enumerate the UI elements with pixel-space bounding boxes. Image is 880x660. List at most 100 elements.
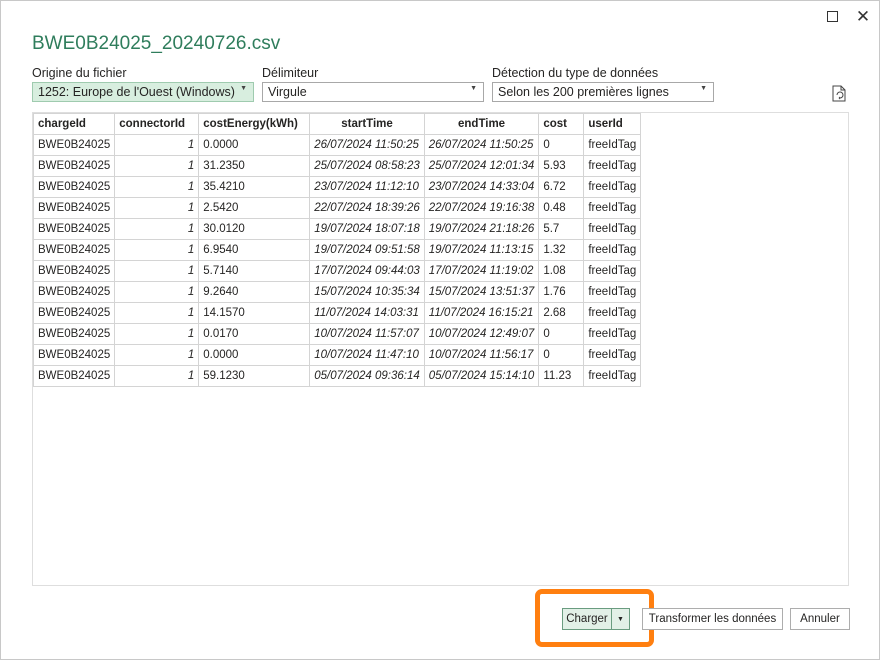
close-icon: ✕ — [855, 6, 871, 26]
col-cost: cost — [538, 113, 585, 135]
preview-table: chargeId connectorId costEnergy(kWh) sta… — [33, 113, 642, 387]
col-starttime: startTime — [309, 113, 425, 135]
table-cell: BWE0B24025 — [33, 260, 116, 282]
table-cell: BWE0B24025 — [33, 302, 116, 324]
table-cell: 5.93 — [538, 155, 585, 177]
table-row: BWE0B24025 1 35.4210 23/07/2024 11:12:10 23/… — [33, 176, 642, 198]
table-cell: freeIdTag — [583, 302, 642, 324]
table-cell: 1 — [114, 155, 200, 177]
table-body: BWE0B24025 1 0.0000 26/07/2024 11:50:25 26/0… — [33, 134, 642, 387]
detection-value: Selon les 200 premières lignes — [498, 85, 669, 99]
table-cell: freeIdTag — [583, 155, 642, 177]
table-cell: 14.1570 — [198, 302, 311, 324]
table-cell: BWE0B24025 — [33, 281, 116, 303]
table-cell: 10/07/2024 11:47:10 — [309, 344, 425, 366]
detection-label: Détection du type de données — [492, 66, 659, 80]
table-cell: 10/07/2024 11:57:07 — [309, 323, 425, 345]
table-cell: 05/07/2024 15:14:10 — [423, 365, 540, 387]
table-cell: 1.76 — [538, 281, 585, 303]
table-cell: 22/07/2024 19:16:38 — [423, 197, 540, 219]
table-cell: 25/07/2024 08:58:23 — [309, 155, 425, 177]
transform-button[interactable]: Transformer les données — [642, 608, 783, 630]
origin-select[interactable]: 1252: Europe de l'Ouest (Windows) ▼ — [32, 82, 254, 102]
table-cell: freeIdTag — [583, 323, 642, 345]
table-cell: 0.0000 — [198, 134, 311, 156]
table-cell: BWE0B24025 — [33, 155, 116, 177]
preview-grid[interactable]: chargeId connectorId costEnergy(kWh) sta… — [32, 112, 849, 586]
table-cell: 19/07/2024 09:51:58 — [309, 239, 425, 261]
chevron-down-icon: ▼ — [240, 85, 247, 92]
import-dialog: ✕ BWE0B24025_20240726.csv Origine du fic… — [0, 0, 880, 660]
table-row: BWE0B24025 1 0.0170 10/07/2024 11:57:07 10/0… — [33, 323, 642, 345]
table-cell: 0.48 — [538, 197, 585, 219]
table-cell: freeIdTag — [583, 260, 642, 282]
detection-select[interactable]: Selon les 200 premières lignes ▼ — [492, 82, 714, 102]
table-cell: BWE0B24025 — [33, 344, 116, 366]
chevron-down-icon: ▼ — [470, 85, 477, 92]
chevron-down-icon[interactable]: ▼ — [612, 609, 629, 629]
table-cell: 31.2350 — [198, 155, 311, 177]
table-cell: 11/07/2024 16:15:21 — [423, 302, 540, 324]
table-row: BWE0B24025 1 9.2640 15/07/2024 10:35:34 15/0… — [33, 281, 642, 303]
table-cell: 10/07/2024 11:56:17 — [423, 344, 540, 366]
table-cell: 1 — [114, 365, 200, 387]
table-cell: freeIdTag — [583, 218, 642, 240]
table-cell: 11.23 — [538, 365, 585, 387]
delimiter-select[interactable]: Virgule ▼ — [262, 82, 484, 102]
table-cell: 1 — [114, 260, 200, 282]
table-cell: 1 — [114, 218, 200, 240]
col-userid: userId — [583, 113, 642, 135]
table-cell: 1 — [114, 134, 200, 156]
close-button[interactable]: ✕ — [848, 3, 878, 29]
table-row: BWE0B24025 1 2.5420 22/07/2024 18:39:26 22/0… — [33, 197, 642, 219]
table-cell: freeIdTag — [583, 134, 642, 156]
header-row: chargeId connectorId costEnergy(kWh) sta… — [33, 113, 642, 135]
table-cell: 1.08 — [538, 260, 585, 282]
table-cell: 1.32 — [538, 239, 585, 261]
table-cell: 2.68 — [538, 302, 585, 324]
table-cell: 0 — [538, 323, 585, 345]
table-cell: 19/07/2024 11:13:15 — [423, 239, 540, 261]
chevron-down-icon: ▼ — [700, 85, 707, 92]
col-endtime: endTime — [423, 113, 540, 135]
table-cell: 11/07/2024 14:03:31 — [309, 302, 425, 324]
table-cell: 1 — [114, 281, 200, 303]
table-cell: 0 — [538, 134, 585, 156]
table-cell: 6.72 — [538, 176, 585, 198]
col-costenergy: costEnergy(kWh) — [198, 113, 311, 135]
charger-split-button[interactable]: Charger ▼ — [562, 608, 630, 630]
table-cell: freeIdTag — [583, 365, 642, 387]
refresh-icon[interactable] — [831, 85, 847, 102]
table-row: BWE0B24025 1 6.9540 19/07/2024 09:51:58 19/0… — [33, 239, 642, 261]
table-cell: 6.9540 — [198, 239, 311, 261]
cancel-button[interactable]: Annuler — [790, 608, 850, 630]
table-cell: 19/07/2024 21:18:26 — [423, 218, 540, 240]
table-cell: 26/07/2024 11:50:25 — [423, 134, 540, 156]
origin-value: 1252: Europe de l'Ouest (Windows) — [38, 85, 235, 99]
table-row: BWE0B24025 1 59.1230 05/07/2024 09:36:14 05/… — [33, 365, 642, 387]
table-cell: BWE0B24025 — [33, 197, 116, 219]
table-cell: 1 — [114, 197, 200, 219]
table-cell: 30.0120 — [198, 218, 311, 240]
table-cell: BWE0B24025 — [33, 365, 116, 387]
table-cell: 5.7 — [538, 218, 585, 240]
table-cell: BWE0B24025 — [33, 323, 116, 345]
origin-label: Origine du fichier — [32, 66, 127, 80]
table-cell: 0 — [538, 344, 585, 366]
table-cell: 15/07/2024 10:35:34 — [309, 281, 425, 303]
table-cell: 1 — [114, 344, 200, 366]
table-cell: 17/07/2024 11:19:02 — [423, 260, 540, 282]
table-cell: 10/07/2024 12:49:07 — [423, 323, 540, 345]
table-cell: 1 — [114, 176, 200, 198]
table-cell: 19/07/2024 18:07:18 — [309, 218, 425, 240]
table-cell: BWE0B24025 — [33, 239, 116, 261]
table-cell: 23/07/2024 11:12:10 — [309, 176, 425, 198]
table-cell: 0.0170 — [198, 323, 311, 345]
table-cell: 17/07/2024 09:44:03 — [309, 260, 425, 282]
table-cell: 26/07/2024 11:50:25 — [309, 134, 425, 156]
table-cell: 25/07/2024 12:01:34 — [423, 155, 540, 177]
charger-button[interactable]: Charger — [563, 609, 612, 629]
table-row: BWE0B24025 1 14.1570 11/07/2024 14:03:31 11/… — [33, 302, 642, 324]
table-cell: 1 — [114, 239, 200, 261]
maximize-button[interactable] — [817, 3, 847, 29]
